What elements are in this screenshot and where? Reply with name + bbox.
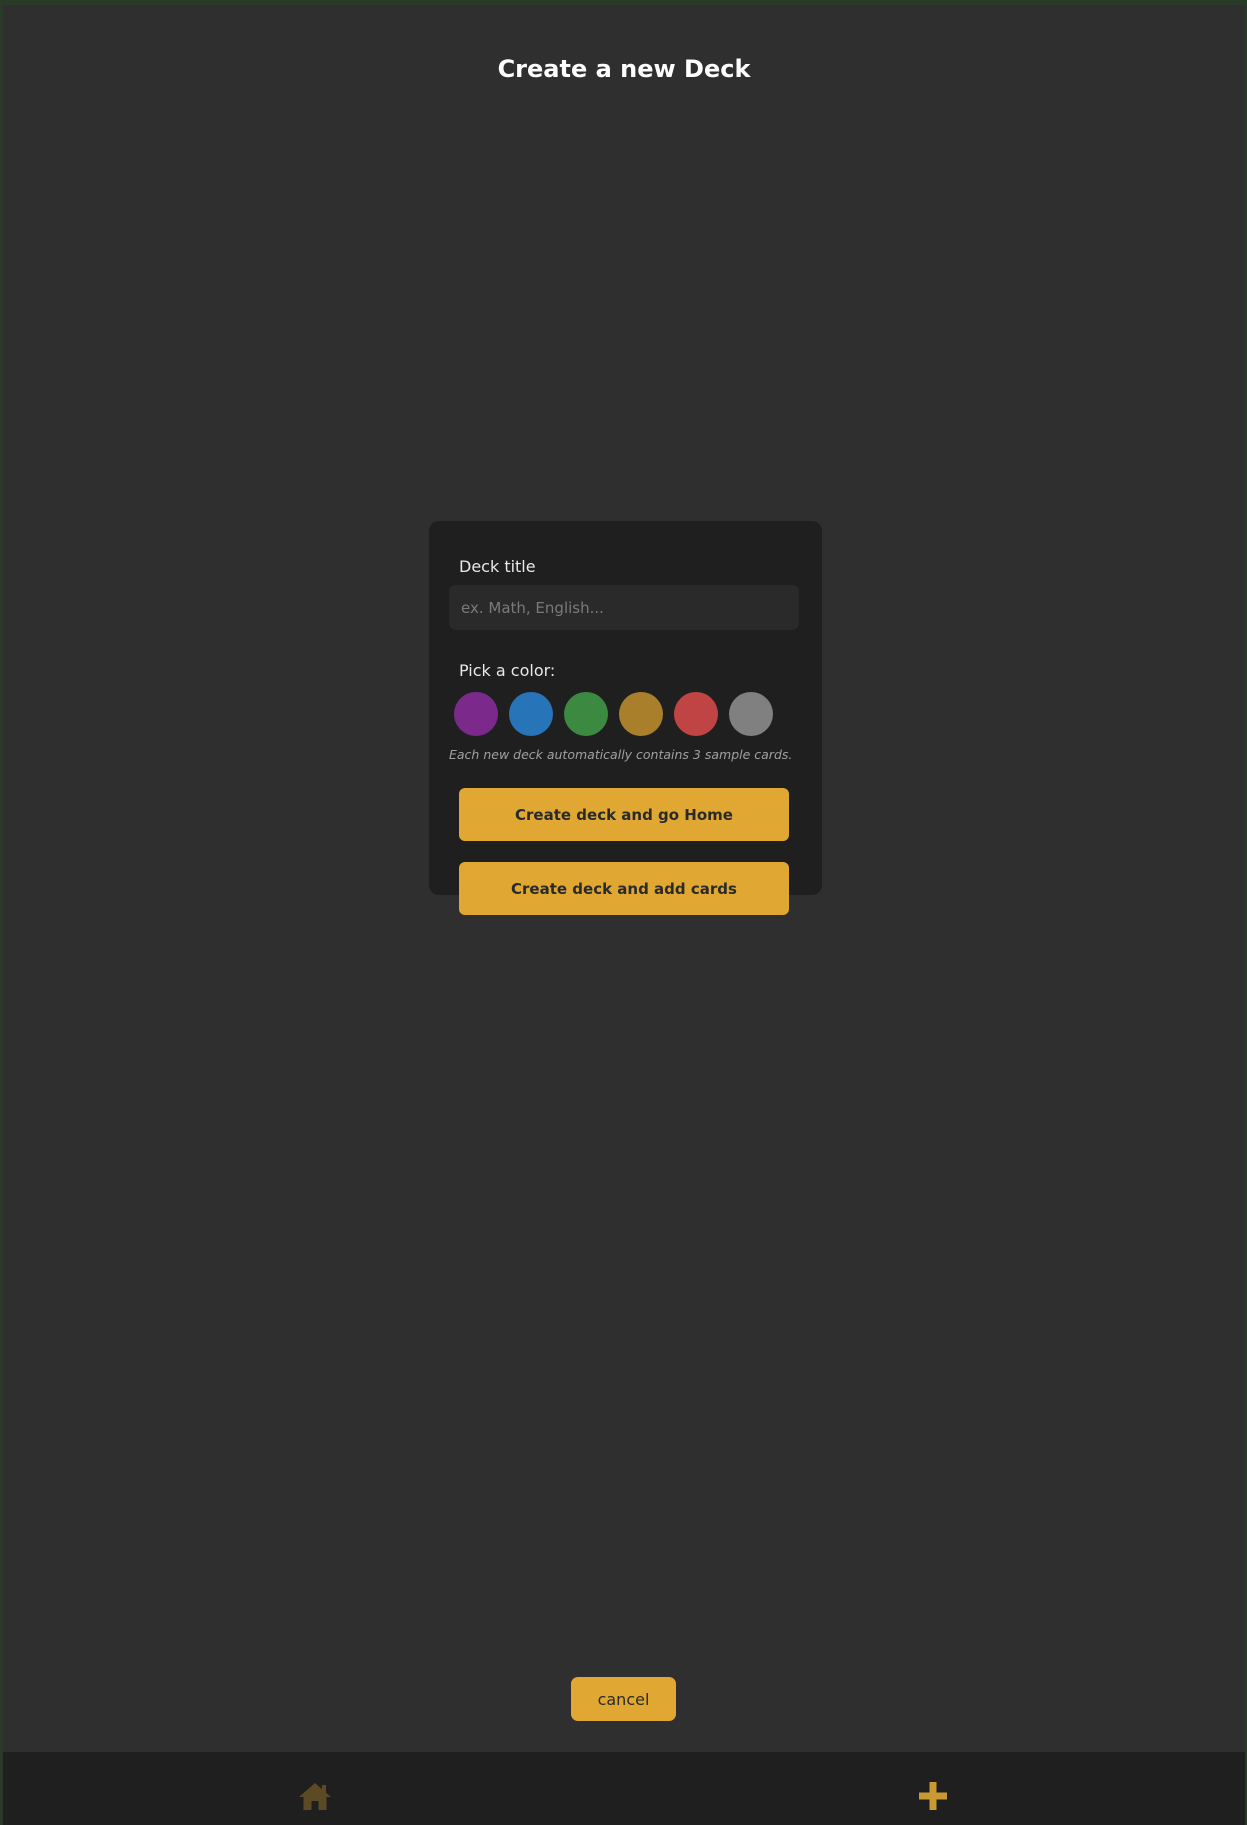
pick-color-label: Pick a color: xyxy=(459,661,556,680)
deck-title-label: Deck title xyxy=(459,557,536,576)
color-swatch-gold[interactable] xyxy=(619,692,663,736)
color-swatch-gray[interactable] xyxy=(729,692,773,736)
bottom-nav xyxy=(3,1752,1245,1825)
create-deck-add-cards-button[interactable]: Create deck and add cards xyxy=(459,862,789,915)
page-title: Create a new Deck xyxy=(497,55,751,83)
cancel-button[interactable]: cancel xyxy=(571,1677,676,1721)
create-deck-go-home-button[interactable]: Create deck and go Home xyxy=(459,788,789,841)
home-icon xyxy=(299,1783,331,1810)
app-window: Create a new Deck Deck title Pick a colo… xyxy=(3,5,1245,1825)
color-picker xyxy=(454,692,773,736)
nav-add-button[interactable] xyxy=(915,1778,951,1814)
color-swatch-red[interactable] xyxy=(674,692,718,736)
color-swatch-purple[interactable] xyxy=(454,692,498,736)
plus-icon xyxy=(919,1782,947,1810)
nav-home-button[interactable] xyxy=(297,1778,333,1814)
sample-cards-note: Each new deck automatically contains 3 s… xyxy=(449,747,793,762)
deck-title-input[interactable] xyxy=(449,585,799,630)
color-swatch-green[interactable] xyxy=(564,692,608,736)
color-swatch-blue[interactable] xyxy=(509,692,553,736)
